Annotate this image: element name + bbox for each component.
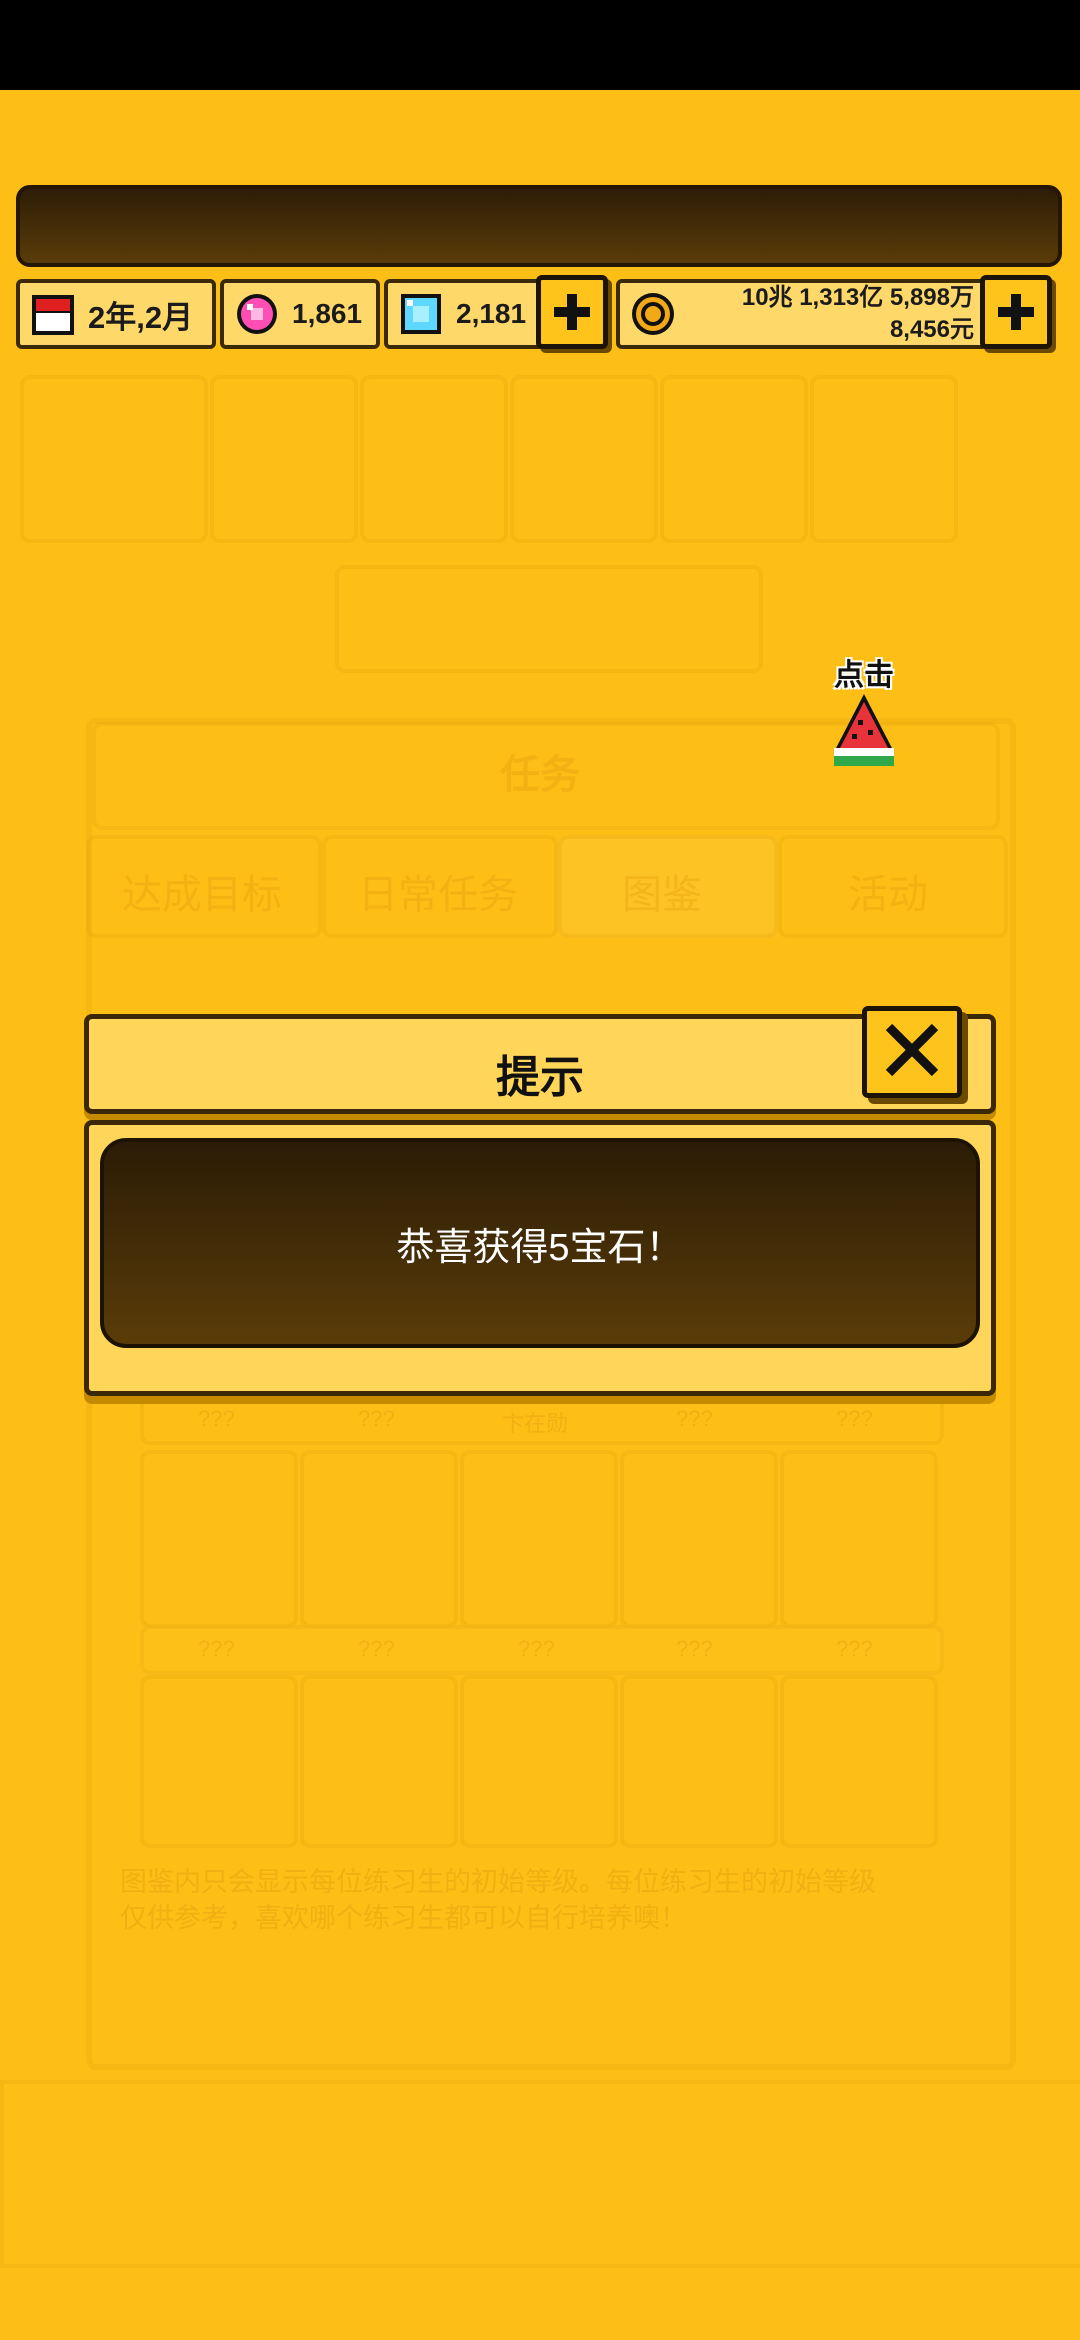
date-text: 2年,2月: [88, 299, 194, 335]
bg-card-label: ???: [358, 1406, 395, 1431]
bg-card-label: ???: [518, 1636, 555, 1661]
bg-note-line: 仅供参考，喜欢哪个练习生都可以自行培养噢！: [120, 1903, 687, 1933]
pink-gem-counter: 1,861: [220, 279, 380, 349]
watermelon-icon[interactable]: [828, 690, 900, 770]
plus-icon: [567, 294, 577, 330]
bg-tab-label: 活动: [848, 873, 928, 917]
bg-card-label: ???: [836, 1636, 873, 1661]
diamond-count: 2,181: [456, 298, 527, 329]
date-display: 2年,2月: [16, 279, 216, 349]
dialog-close-button[interactable]: [862, 1006, 962, 1098]
dialog-message-panel: 恭喜获得5宝石！: [100, 1138, 980, 1348]
money-counter: 10兆 1,313亿 5,898万 8,456元: [616, 279, 988, 349]
bg-banner: [335, 565, 763, 673]
bg-menu-tile: [20, 375, 208, 543]
diamond-icon: [401, 294, 441, 334]
bg-card: [140, 1450, 298, 1628]
bg-note-line: 图鉴内只会显示每位练习生的初始等级。每位练习生的初始等级: [120, 1867, 876, 1897]
bg-menu-tile: [210, 375, 358, 543]
tap-hint-label: 点击: [834, 659, 894, 692]
bg-card: [460, 1450, 618, 1628]
top-banner: [16, 185, 1062, 267]
bg-card: [620, 1675, 778, 1848]
bg-card-label: ???: [836, 1406, 873, 1431]
bg-card: [300, 1450, 458, 1628]
bg-task-title: 任务: [500, 753, 580, 797]
resource-bar: 2年,2月 1,861 2,181 10兆 1,313亿 5,898万 8,45…: [12, 275, 1068, 353]
pink-gem-icon: [237, 294, 277, 334]
bg-card-label: ???: [198, 1406, 235, 1431]
bg-tab-label: 达成目标: [122, 873, 282, 917]
bg-tab-label: 日常任务: [358, 873, 518, 917]
bg-card-label: ???: [676, 1406, 713, 1431]
bg-bottom-nav: [0, 2080, 1080, 2268]
coin-icon: [632, 293, 674, 335]
add-gems-button[interactable]: [536, 275, 608, 349]
plus-icon: [1011, 294, 1021, 330]
calendar-icon: [32, 295, 74, 335]
money-line1: 10兆 1,313亿 5,898万: [741, 284, 974, 311]
bg-card-label: ???: [198, 1636, 235, 1661]
pink-gem-count: 1,861: [292, 298, 363, 329]
bg-card-label: ???: [676, 1636, 713, 1661]
dialog-header: 提示: [84, 1014, 996, 1114]
bg-card-label: 卞在勋: [502, 1411, 569, 1436]
bg-card: [460, 1675, 618, 1848]
bg-menu-tile: [360, 375, 508, 543]
add-money-button[interactable]: [980, 275, 1052, 349]
diamond-counter: 2,181: [384, 279, 544, 349]
dialog-message: 恭喜获得5宝石！: [396, 1226, 684, 1269]
bg-card: [140, 1675, 298, 1848]
bg-card: [780, 1675, 938, 1848]
dialog-title: 提示: [496, 1053, 584, 1102]
bg-card-label: ???: [358, 1636, 395, 1661]
bg-tab-label: 图鉴: [622, 873, 702, 917]
bg-menu-tile: [660, 375, 808, 543]
bg-menu-tile: [510, 375, 658, 543]
money-line2: 8,456元: [889, 316, 974, 343]
close-icon: [885, 1023, 939, 1077]
bg-card: [300, 1675, 458, 1848]
bg-menu-tile: [810, 375, 958, 543]
bg-card: [620, 1450, 778, 1628]
bg-card: [780, 1450, 938, 1628]
